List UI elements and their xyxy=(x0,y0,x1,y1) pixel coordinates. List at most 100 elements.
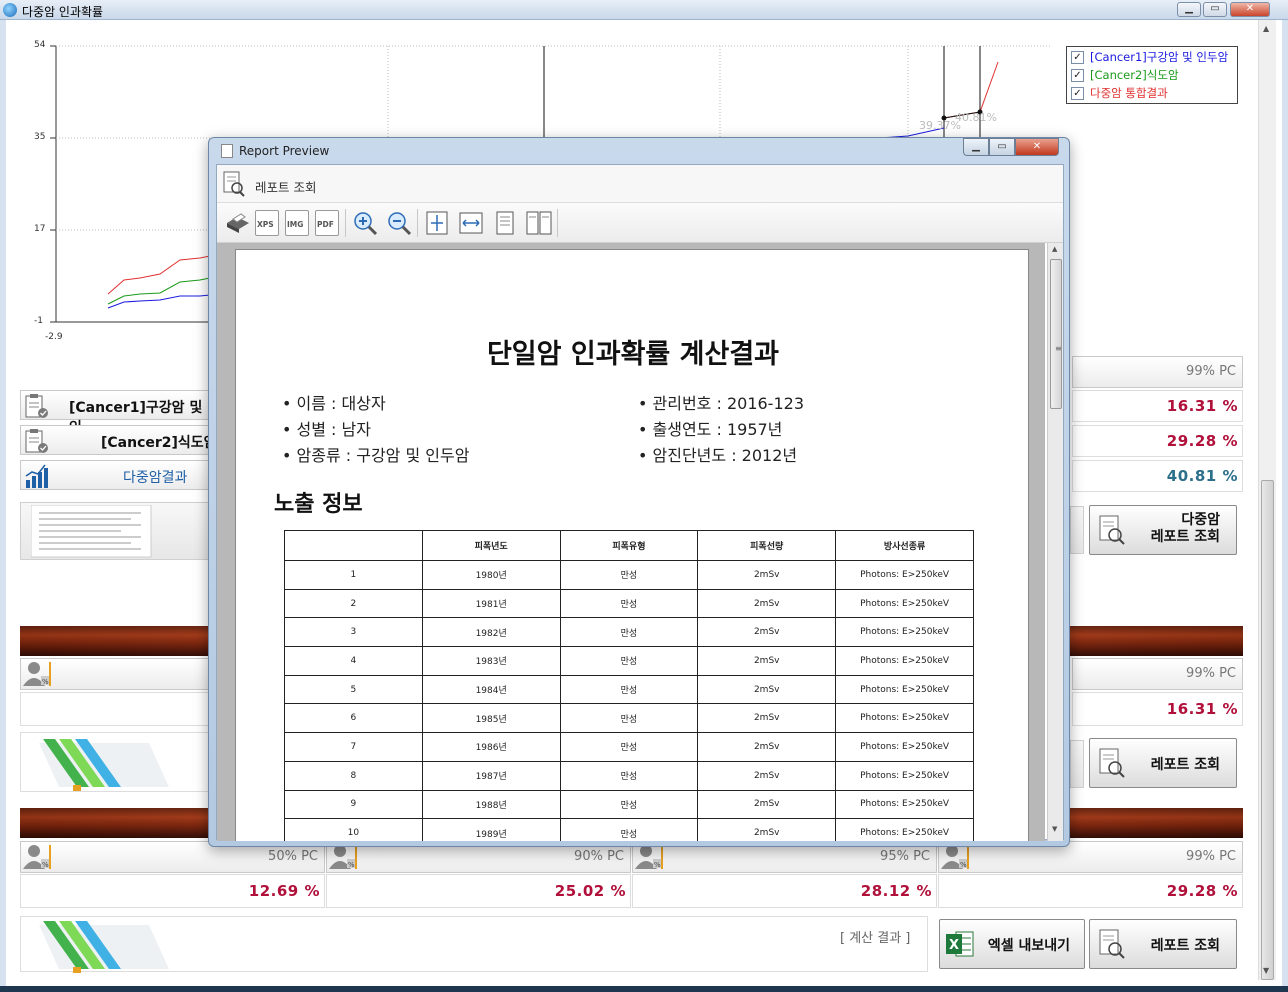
excel-export-button[interactable]: X 엑셀 내보내기 xyxy=(939,919,1085,969)
cancer2-row[interactable]: [Cancer2]식도암 xyxy=(20,425,220,455)
button-edge xyxy=(1070,740,1084,788)
info-cancer-type: • 암종류 : 구강암 및 인두암 xyxy=(282,446,470,465)
table-cell: 만성 xyxy=(559,789,699,820)
table-cell: 2mSv xyxy=(697,646,837,676)
s3-pc90-cell: 25.02 % xyxy=(326,874,631,908)
legend-item-cancer2[interactable]: ✓ [Cancer2]식도암 xyxy=(1071,67,1179,83)
table-row: 6 1985년 만성 2mSv Photons: E>250keV xyxy=(284,703,974,734)
exposure-table: 피폭년도 피폭유형 피폭선량 방사선종류 1 1980년 만성 2mSv Photons… xyxy=(284,530,974,841)
legend-label: 다중암 통합결과 xyxy=(1090,86,1168,100)
pdf-export-button[interactable]: PDF xyxy=(315,210,339,236)
table-header: 피폭년도 xyxy=(421,530,561,561)
s2-report-label: 레포트 조회 xyxy=(1150,757,1220,773)
maximize-button[interactable]: ▭ xyxy=(1203,2,1227,17)
multi-result-cell: 40.81 % xyxy=(1072,460,1243,492)
multi-result-value: 40.81 % xyxy=(1166,467,1238,485)
clipboard-check-icon xyxy=(25,429,48,453)
scroll-thumb[interactable] xyxy=(1261,480,1274,980)
table-header-row: 피폭년도 피폭유형 피폭선량 방사선종류 xyxy=(284,530,974,561)
multi-report-button[interactable]: 다중암 레포트 조회 xyxy=(1089,505,1237,555)
svg-text:X: X xyxy=(949,938,959,953)
fit-page-icon[interactable] xyxy=(423,209,451,237)
dialog-close-button[interactable]: ✕ xyxy=(1015,138,1059,156)
checkbox-checked-icon[interactable]: ✓ xyxy=(1071,50,1084,64)
window-border-left xyxy=(0,20,6,988)
document-thumbnail-icon xyxy=(31,505,152,558)
close-button[interactable]: ✕ xyxy=(1230,2,1270,17)
info-diag-year: • 암진단년도 : 2012년 xyxy=(638,446,798,465)
series-combined-line-right xyxy=(943,61,999,119)
scroll-down-icon[interactable]: ▼ xyxy=(1052,825,1057,833)
table-cell: 1980년 xyxy=(421,560,561,590)
minimize-button[interactable]: ▁ xyxy=(1177,2,1201,17)
dialog-header-text: 레포트 조회 xyxy=(255,180,317,195)
s2-result-value: 16.31 % xyxy=(1166,700,1238,718)
two-page-icon[interactable] xyxy=(525,209,553,237)
preview-scroll-thumb[interactable]: ≡ xyxy=(1050,259,1062,409)
y-tick-label: 17 xyxy=(34,224,46,234)
info-name: • 이름 : 대상자 xyxy=(282,394,386,413)
multi-cancer-label: 다중암결과 xyxy=(123,470,188,486)
fit-width-icon[interactable] xyxy=(457,209,485,237)
legend-label: [Cancer2]식도암 xyxy=(1090,68,1179,82)
one-page-icon[interactable] xyxy=(491,209,519,237)
report-page: 단일암 인과확률 계산결과 • 이름 : 대상자 • 성별 : 남자 • 암종류… xyxy=(235,249,1029,841)
preview-area[interactable]: 단일암 인과확률 계산결과 • 이름 : 대상자 • 성별 : 남자 • 암종류… xyxy=(217,243,1045,841)
table-row: 4 1983년 만성 2mSv Photons: E>250keV xyxy=(284,646,974,676)
checkbox-checked-icon[interactable]: ✓ xyxy=(1071,86,1084,100)
print-icon[interactable] xyxy=(223,209,251,237)
multi-cancer-row[interactable]: 다중암결과 xyxy=(20,460,220,490)
bar-chart-icon xyxy=(25,464,48,488)
table-row: 9 1988년 만성 2mSv Photons: E>250keV xyxy=(284,789,974,820)
legend-item-combined[interactable]: ✓ 다중암 통합결과 xyxy=(1071,85,1168,101)
table-cell: 9 xyxy=(284,789,423,820)
y-tick-label: -1 xyxy=(34,316,43,326)
document-icon xyxy=(221,144,233,158)
checkbox-checked-icon[interactable]: ✓ xyxy=(1071,68,1084,82)
info-birth-year: • 출생연도 : 1957년 xyxy=(638,420,783,439)
svg-text:%: % xyxy=(348,861,355,869)
dialog-minimize-button[interactable]: ▁ xyxy=(963,138,989,156)
s3-pc99-cell: 29.28 % xyxy=(938,874,1243,908)
table-cell: 1985년 xyxy=(421,703,561,734)
series-combined-line xyxy=(107,253,221,295)
report-title: 단일암 인과확률 계산결과 xyxy=(486,339,780,370)
table-cell: 6 xyxy=(284,703,423,734)
s2-report-button[interactable]: 레포트 조회 xyxy=(1089,738,1237,788)
preview-scrollbar[interactable]: ▲ ≡ ▼ xyxy=(1047,243,1063,841)
s3-report-button[interactable]: 레포트 조회 xyxy=(1089,919,1237,969)
report-search-icon xyxy=(1099,929,1125,959)
scroll-up-icon[interactable]: ▲ xyxy=(1052,245,1057,253)
img-export-button[interactable]: IMG xyxy=(285,210,309,236)
cancer1-result-value: 16.31 % xyxy=(1166,397,1238,415)
table-cell: 1986년 xyxy=(421,732,561,762)
table-cell: Photons: E>250keV xyxy=(835,646,974,676)
multi-report-label: 다중암 레포트 조회 xyxy=(1150,512,1220,545)
dialog-maximize-button[interactable]: ▭ xyxy=(989,138,1015,156)
app-globe-icon xyxy=(3,3,17,17)
chart-legend: ✓ [Cancer1]구강암 및 인두암 ✓ [Cancer2]식도암 ✓ 다중… xyxy=(1066,46,1238,104)
zoom-out-icon[interactable] xyxy=(385,209,413,237)
table-header xyxy=(284,530,423,561)
zoom-in-icon[interactable] xyxy=(351,209,379,237)
cancer1-row[interactable]: [Cancer1]구강암 및 인 xyxy=(20,390,220,436)
table-cell: 4 xyxy=(284,646,423,676)
scroll-up-icon[interactable]: ▲ xyxy=(1263,24,1269,33)
table-cell: 1983년 xyxy=(421,646,561,676)
s2-pc99-header: 99% PC xyxy=(1186,666,1236,681)
table-row: 2 1981년 만성 2mSv Photons: E>250keV xyxy=(284,588,974,619)
legend-item-cancer1[interactable]: ✓ [Cancer1]구강암 및 인두암 xyxy=(1071,49,1228,65)
table-row: 5 1984년 만성 2mSv Photons: E>250keV xyxy=(284,674,974,705)
s3-pc50-cell: 12.69 % xyxy=(20,874,325,908)
calc-result-label: [ 계산 결과 ] xyxy=(840,931,911,946)
xps-export-button[interactable]: XPS xyxy=(255,210,279,236)
table-cell: Photons: E>250keV xyxy=(835,732,974,762)
table-cell: 2mSv xyxy=(697,732,837,762)
main-scrollbar[interactable]: ▲ ▼ xyxy=(1258,20,1276,980)
table-cell: Photons: E>250keV xyxy=(835,760,974,791)
s2-pc99-header-box: 99% PC xyxy=(1072,658,1243,690)
scroll-down-icon[interactable]: ▼ xyxy=(1263,966,1269,975)
dialog-content: 레포트 조회 XPS IMG PDF 단일암 인과확률 계산결과 • 이름: … xyxy=(216,164,1064,841)
excel-export-label: 엑셀 내보내기 xyxy=(987,938,1070,954)
person-percent-icon: % xyxy=(329,845,357,869)
